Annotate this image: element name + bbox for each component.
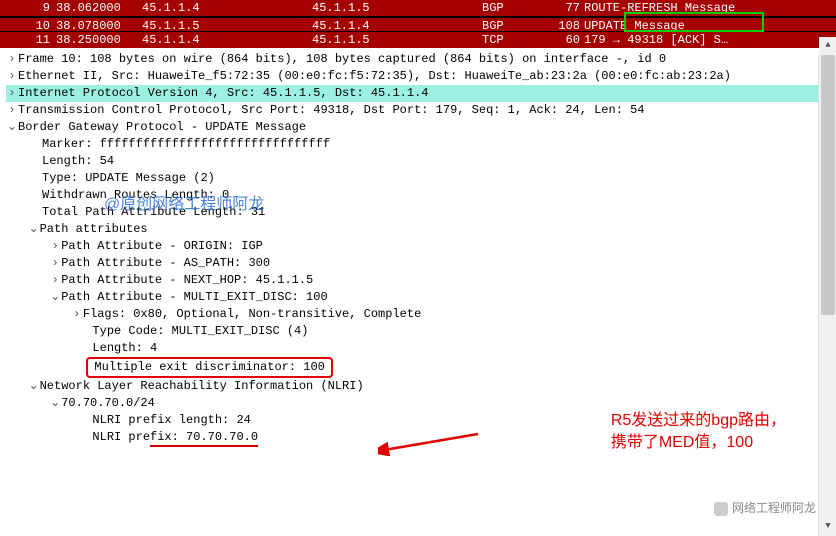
collapse-icon[interactable]: ⌄ <box>28 221 40 238</box>
col-time: 38.250000 <box>56 32 142 48</box>
tree-item[interactable]: ›Path Attribute - NEXT_HOP: 45.1.1.5 <box>6 272 836 289</box>
scroll-up-button[interactable]: ▲ <box>819 37 836 55</box>
col-no: 11 <box>8 32 56 48</box>
scrollbar[interactable]: ▲ ▼ <box>818 55 836 535</box>
expand-icon[interactable]: › <box>71 306 83 323</box>
col-info: ROUTE-REFRESH Message <box>584 0 836 16</box>
tree-leaf[interactable]: Type: UPDATE Message (2) <box>6 170 836 187</box>
col-len: 60 <box>554 32 584 48</box>
tree-leaf[interactable]: NLRI prefix length: 24 <box>6 412 836 429</box>
tree-leaf[interactable]: Length: 4 <box>6 340 836 357</box>
expand-icon[interactable]: › <box>6 85 18 102</box>
packet-row[interactable]: 9 38.062000 45.1.1.4 45.1.1.5 BGP 77 ROU… <box>0 0 836 16</box>
tree-item[interactable]: ⌄Path attributes <box>6 221 836 238</box>
packet-row-selected[interactable]: 10 38.078000 45.1.1.5 45.1.1.4 BGP 108 U… <box>0 16 836 32</box>
packet-row[interactable]: 11 38.250000 45.1.1.4 45.1.1.5 TCP 60 17… <box>0 32 836 48</box>
col-time: 38.062000 <box>56 0 142 16</box>
tree-item[interactable]: ⌄Path Attribute - MULTI_EXIT_DISC: 100 <box>6 289 836 306</box>
tree-leaf[interactable]: Type Code: MULTI_EXIT_DISC (4) <box>6 323 836 340</box>
col-proto: BGP <box>482 0 554 16</box>
scroll-thumb[interactable] <box>821 55 835 315</box>
col-info: UPDATE Message <box>584 18 836 31</box>
wechat-icon <box>714 502 728 516</box>
wechat-credit: 网络工程师阿龙 <box>714 499 816 516</box>
expand-icon[interactable]: › <box>49 255 61 272</box>
col-no: 10 <box>8 18 56 31</box>
tree-leaf-med[interactable]: Multiple exit discriminator: 100 <box>6 357 836 378</box>
col-proto: TCP <box>482 32 554 48</box>
collapse-icon[interactable]: ⌄ <box>49 289 61 306</box>
collapse-icon[interactable]: ⌄ <box>49 395 61 412</box>
col-len: 108 <box>554 18 584 31</box>
tree-leaf[interactable]: Marker: ffffffffffffffffffffffffffffffff <box>6 136 836 153</box>
tree-item[interactable]: ›Frame 10: 108 bytes on wire (864 bits),… <box>6 51 836 68</box>
expand-icon[interactable]: › <box>6 68 18 85</box>
tree-item[interactable]: ⌄Network Layer Reachability Information … <box>6 378 836 395</box>
tree-leaf[interactable]: Withdrawn Routes Length: 0 <box>6 187 836 204</box>
tree-item[interactable]: ›Path Attribute - ORIGIN: IGP <box>6 238 836 255</box>
tree-item[interactable]: ⌄70.70.70.0/24 <box>6 395 836 412</box>
col-src: 45.1.1.5 <box>142 18 312 31</box>
col-src: 45.1.1.4 <box>142 0 312 16</box>
col-proto: BGP <box>482 18 554 31</box>
tree-item-highlight[interactable]: ›Internet Protocol Version 4, Src: 45.1.… <box>6 85 836 102</box>
tree-item[interactable]: ›Ethernet II, Src: HuaweiTe_f5:72:35 (00… <box>6 68 836 85</box>
col-dst: 45.1.1.5 <box>312 0 482 16</box>
col-dst: 45.1.1.4 <box>312 18 482 31</box>
col-info: 179 → 49318 [ACK] S… <box>584 32 836 48</box>
col-dst: 45.1.1.5 <box>312 32 482 48</box>
tree-leaf[interactable]: NLRI prefix: 70.70.70.0 <box>6 429 836 446</box>
col-src: 45.1.1.4 <box>142 32 312 48</box>
col-time: 38.078000 <box>56 18 142 31</box>
tree-item[interactable]: ⌄Border Gateway Protocol - UPDATE Messag… <box>6 119 836 136</box>
collapse-icon[interactable]: ⌄ <box>28 378 40 395</box>
col-len: 77 <box>554 0 584 16</box>
col-no: 9 <box>8 0 56 16</box>
scroll-down-button[interactable]: ▼ <box>819 518 836 536</box>
packet-details: ›Frame 10: 108 bytes on wire (864 bits),… <box>0 48 836 446</box>
expand-icon[interactable]: › <box>49 272 61 289</box>
expand-icon[interactable]: › <box>6 51 18 68</box>
tree-item[interactable]: ›Flags: 0x80, Optional, Non-transitive, … <box>6 306 836 323</box>
annotation-box-red: Multiple exit discriminator: 100 <box>86 357 332 378</box>
expand-icon[interactable]: › <box>6 102 18 119</box>
tree-item[interactable]: ›Path Attribute - AS_PATH: 300 <box>6 255 836 272</box>
underline-red: fix: 70.70.70.0 <box>150 430 258 447</box>
tree-item[interactable]: ›Transmission Control Protocol, Src Port… <box>6 102 836 119</box>
tree-leaf[interactable]: Total Path Attribute Length: 31 <box>6 204 836 221</box>
collapse-icon[interactable]: ⌄ <box>6 119 18 136</box>
tree-leaf[interactable]: Length: 54 <box>6 153 836 170</box>
packet-list: 9 38.062000 45.1.1.4 45.1.1.5 BGP 77 ROU… <box>0 0 836 48</box>
expand-icon[interactable]: › <box>49 238 61 255</box>
